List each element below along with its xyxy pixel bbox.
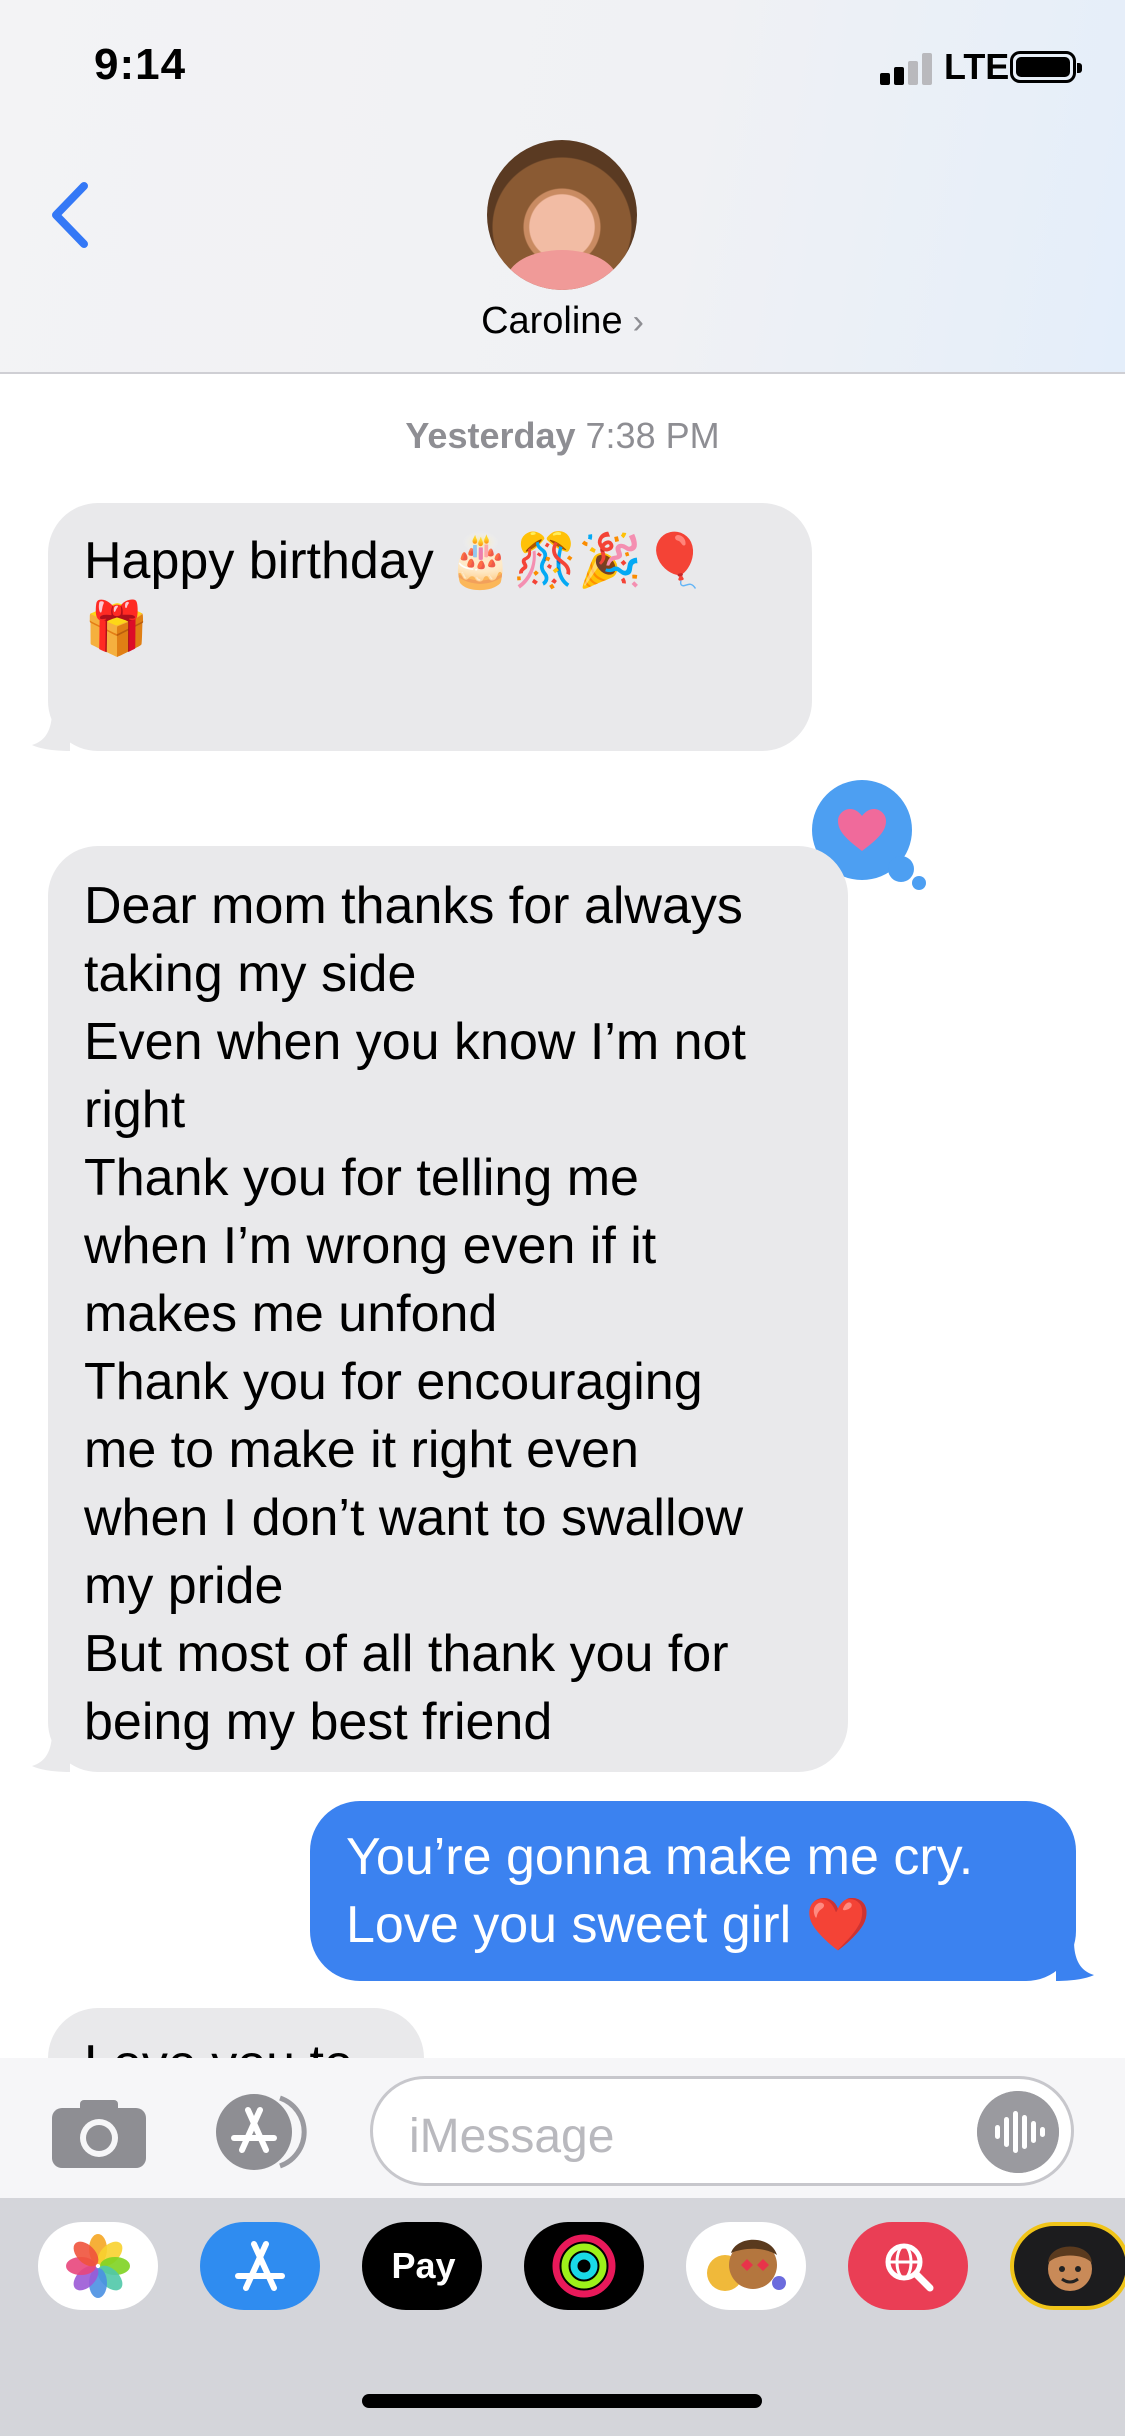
memoji-stickers-app-icon[interactable]: [686, 2222, 806, 2310]
message-line: Even when you know I’m not: [84, 1013, 746, 1071]
network-type: LTE: [944, 46, 1010, 87]
battery-icon: [1010, 51, 1082, 83]
message-line: But most of all thank you for: [84, 1625, 729, 1683]
web-search-app-icon[interactable]: [848, 2222, 968, 2310]
message-line: You’re gonna make me cry.: [346, 1828, 974, 1886]
bubble-tail: [32, 1732, 70, 1772]
message-line: me to make it right even: [84, 1421, 639, 1479]
tapback-tail-dot: [912, 876, 926, 890]
chevron-right-icon: ›: [632, 303, 644, 341]
message-line: Happy birthday 🎂🎊🎉🎈: [84, 532, 708, 590]
home-indicator[interactable]: [362, 2394, 762, 2408]
status-time: 9:14: [94, 40, 187, 89]
apple-pay-label: Pay: [391, 2245, 456, 2286]
memoji-app-icon[interactable]: [1010, 2222, 1125, 2310]
activity-app-icon[interactable]: [524, 2222, 644, 2310]
contact-avatar[interactable]: [487, 140, 637, 290]
voice-message-icon[interactable]: [977, 2091, 1059, 2173]
received-message-bubble[interactable]: Dear mom thanks for always taking my sid…: [48, 846, 848, 1772]
message-line: Thank you for telling me: [84, 1149, 639, 1207]
tapback-tail-dot: [888, 856, 914, 882]
apple-pay-app-icon[interactable]: Pay: [362, 2222, 482, 2310]
back-chevron-icon[interactable]: [46, 180, 96, 250]
app-store-icon[interactable]: [210, 2092, 314, 2172]
message-line: makes me unfond: [84, 1285, 498, 1343]
app-drawer: Pay: [0, 2198, 1125, 2436]
heart-icon: [838, 809, 886, 851]
input-placeholder: iMessage: [409, 2110, 615, 2163]
timestamp-day: Yesterday: [405, 415, 576, 456]
photos-app-icon[interactable]: [38, 2222, 158, 2310]
sent-message-bubble[interactable]: You’re gonna make me cry. Love you sweet…: [310, 1801, 1076, 1981]
message-line: right: [84, 1081, 186, 1139]
received-message-bubble[interactable]: Happy birthday 🎂🎊🎉🎈 🎁: [48, 503, 812, 751]
message-line: taking my side: [84, 945, 417, 1003]
conversation-header: 9:14 LTE Caroline ›: [0, 0, 1125, 374]
message-line: when I’m wrong even if it: [84, 1217, 657, 1275]
timestamp-time: 7:38 PM: [585, 415, 720, 456]
message-line: 🎁: [84, 600, 149, 658]
message-timestamp: Yesterday 7:38 PM: [0, 415, 1125, 457]
message-line: when I don’t want to swallow: [84, 1489, 744, 1547]
message-line: Thank you for encouraging: [84, 1353, 703, 1411]
contact-name: Caroline: [481, 300, 623, 342]
contact-name-button[interactable]: Caroline ›: [0, 300, 1125, 343]
bubble-tail: [32, 711, 70, 751]
message-line: my pride: [84, 1557, 284, 1615]
cellular-signal-icon: [880, 53, 936, 85]
message-line: being my best friend: [84, 1693, 553, 1751]
bubble-tail: [1056, 1941, 1094, 1981]
imessage-input[interactable]: iMessage: [370, 2076, 1074, 2186]
message-input-bar: iMessage: [0, 2058, 1125, 2198]
message-line: Dear mom thanks for always: [84, 877, 743, 935]
camera-icon[interactable]: [52, 2098, 146, 2168]
app-store-app-icon[interactable]: [200, 2222, 320, 2310]
message-line: Love you sweet girl ❤️: [346, 1896, 871, 1954]
